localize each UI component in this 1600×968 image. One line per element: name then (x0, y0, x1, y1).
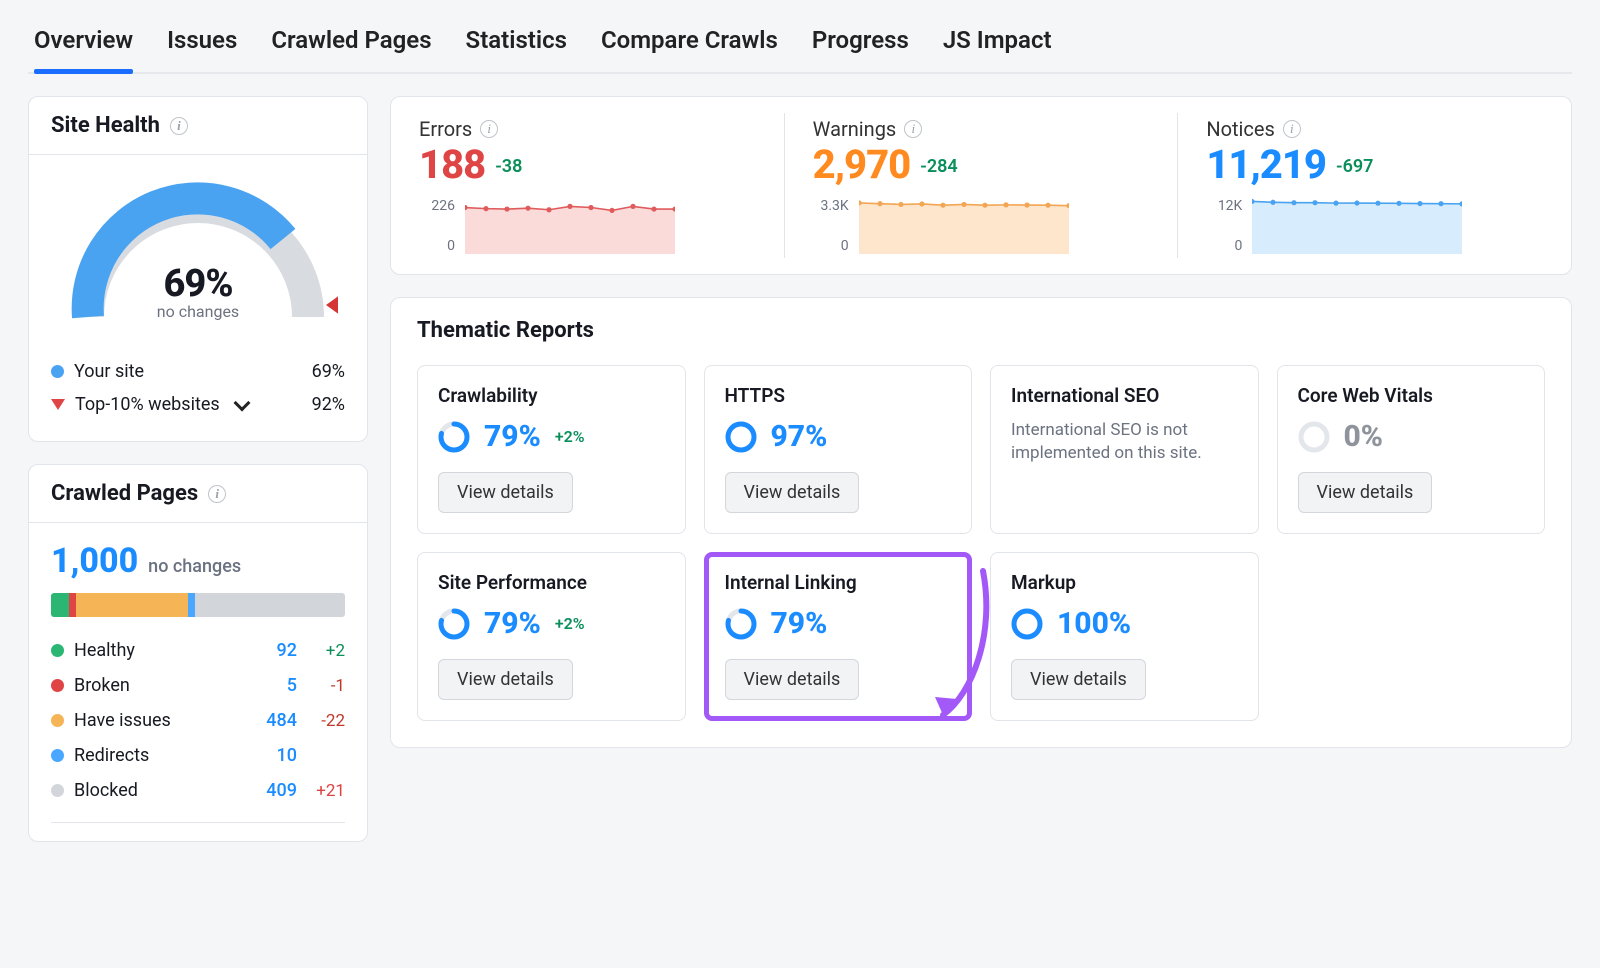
tab-compare-crawls[interactable]: Compare Crawls (601, 26, 778, 72)
crawled-row-have-issues[interactable]: Have issues484-22 (51, 703, 345, 738)
bar-segment (195, 593, 345, 617)
tile-internal-linking: Internal Linking79%View details (704, 552, 973, 721)
dot-icon (51, 644, 64, 657)
info-icon[interactable]: i (904, 120, 922, 138)
tile-markup: Markup100%View details (990, 552, 1259, 721)
view-details-button[interactable]: View details (1298, 472, 1433, 513)
dot-icon (51, 365, 64, 378)
kpi-notices[interactable]: Noticesi11,219-69712K0 (1177, 113, 1571, 258)
thematic-title: Thematic Reports (391, 298, 1571, 351)
crawled-row-redirects[interactable]: Redirects10 (51, 738, 345, 773)
chevron-down-icon (233, 394, 250, 411)
bar-segment (69, 593, 76, 617)
info-icon[interactable]: i (170, 117, 188, 135)
crawled-pages-card: Crawled Pages i 1,000 no changes Healthy… (28, 464, 368, 842)
crawled-row-broken[interactable]: Broken5-1 (51, 668, 345, 703)
kpi-card: Errorsi188-382260Warningsi2,970-2843.3K0… (390, 96, 1572, 275)
info-icon[interactable]: i (208, 485, 226, 503)
view-details-button[interactable]: View details (725, 659, 860, 700)
view-details-button[interactable]: View details (725, 472, 860, 513)
dot-icon (51, 749, 64, 762)
triangle-down-icon (51, 399, 65, 410)
view-details-button[interactable]: View details (438, 659, 573, 700)
tile-site-performance: Site Performance79%+2%View details (417, 552, 686, 721)
bar-segment (76, 593, 188, 617)
tab-crawled-pages[interactable]: Crawled Pages (271, 26, 431, 72)
site-health-title: Site Health (51, 113, 160, 138)
kpi-warnings[interactable]: Warningsi2,970-2843.3K0 (784, 113, 1178, 258)
info-icon[interactable]: i (1283, 120, 1301, 138)
tile-crawlability: Crawlability79%+2%View details (417, 365, 686, 534)
tab-overview[interactable]: Overview (34, 26, 133, 72)
tab-js-impact[interactable]: JS Impact (943, 26, 1052, 72)
tab-issues[interactable]: Issues (167, 26, 237, 72)
crawled-pages-value[interactable]: 1,000 (51, 541, 138, 581)
view-details-button[interactable]: View details (1011, 659, 1146, 700)
view-details-button[interactable]: View details (438, 472, 573, 513)
tile-international-seo: International SEOInternational SEO is no… (990, 365, 1259, 534)
gauge-value: 69% (58, 262, 338, 306)
crawled-row-blocked[interactable]: Blocked409+21 (51, 773, 345, 808)
dot-icon (51, 679, 64, 692)
crawled-row-healthy[interactable]: Healthy92+2 (51, 633, 345, 668)
tile-core-web-vitals: Core Web Vitals0%View details (1277, 365, 1546, 534)
crawled-pages-title: Crawled Pages (51, 481, 198, 506)
legend-top10[interactable]: Top-10% websites 92% (51, 388, 345, 421)
info-icon[interactable]: i (480, 120, 498, 138)
tab-statistics[interactable]: Statistics (466, 26, 567, 72)
thematic-card: Thematic Reports Crawlability79%+2%View … (390, 297, 1572, 748)
bar-segment (188, 593, 195, 617)
site-health-gauge: 69% no changes (58, 177, 338, 327)
kpi-errors[interactable]: Errorsi188-382260 (391, 113, 784, 258)
tile-https: HTTPS97%View details (704, 365, 973, 534)
gauge-sub: no changes (58, 302, 338, 321)
crawled-pages-sub: no changes (148, 556, 241, 577)
dot-icon (51, 784, 64, 797)
site-health-card: Site Health i 69% (28, 96, 368, 442)
dot-icon (51, 714, 64, 727)
legend-your-site: Your site 69% (51, 355, 345, 388)
crawled-pages-bar (51, 593, 345, 617)
bar-segment (51, 593, 69, 617)
tab-progress[interactable]: Progress (812, 26, 909, 72)
